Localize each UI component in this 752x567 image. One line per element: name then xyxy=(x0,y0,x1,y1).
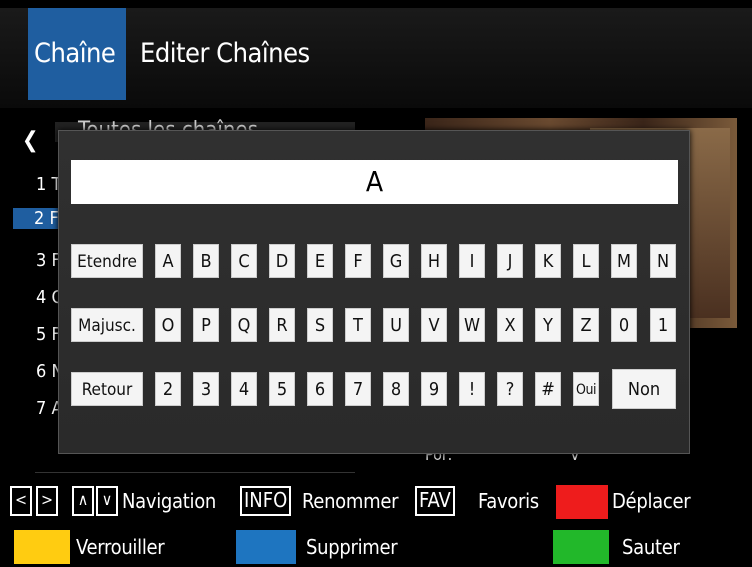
red-key-icon xyxy=(556,485,608,519)
tab-chaine[interactable]: Chaîne xyxy=(34,38,116,69)
key-z[interactable]: Z xyxy=(573,308,599,342)
channel-item-2-selected[interactable]: 2 F xyxy=(13,208,61,229)
key-h[interactable]: H xyxy=(421,244,447,278)
blue-key-icon xyxy=(236,530,296,564)
key-0[interactable]: 0 xyxy=(611,308,637,342)
key-retour[interactable]: Retour xyxy=(71,372,143,406)
channel-item-3[interactable]: 3 F xyxy=(36,250,60,271)
key-j[interactable]: J xyxy=(497,244,523,278)
key-hash[interactable]: # xyxy=(535,372,561,406)
key-i[interactable]: I xyxy=(459,244,485,278)
tab-editer-chaines[interactable]: Editer Chaînes xyxy=(140,38,310,69)
channel-item-5[interactable]: 5 F xyxy=(36,324,60,345)
key-6[interactable]: 6 xyxy=(307,372,333,406)
key-3[interactable]: 3 xyxy=(193,372,219,406)
delete-label: Supprimer xyxy=(306,535,398,559)
green-key-icon xyxy=(553,530,609,564)
right-arrow-icon: > xyxy=(36,486,58,516)
key-w[interactable]: W xyxy=(459,308,485,342)
key-y[interactable]: Y xyxy=(535,308,561,342)
channel-item-1[interactable]: 1 T xyxy=(36,174,60,195)
key-v[interactable]: V xyxy=(421,308,447,342)
key-k[interactable]: K xyxy=(535,244,561,278)
key-8[interactable]: 8 xyxy=(383,372,409,406)
move-label: Déplacer xyxy=(612,489,691,513)
key-l[interactable]: L xyxy=(573,244,599,278)
rename-label: Renommer xyxy=(302,489,399,513)
key-non[interactable]: Non xyxy=(612,369,676,409)
key-t[interactable]: T xyxy=(345,308,371,342)
key-n[interactable]: N xyxy=(650,244,676,278)
yellow-key-icon xyxy=(14,530,70,564)
key-a[interactable]: A xyxy=(155,244,181,278)
key-oui[interactable]: Oui xyxy=(573,372,599,406)
chevron-left-icon[interactable]: ❮ xyxy=(22,128,39,153)
rename-keyboard-dialog: A Etendre A B C D E F G H I J K L M N Ma… xyxy=(58,130,690,454)
key-m[interactable]: M xyxy=(611,244,637,278)
key-p[interactable]: P xyxy=(193,308,219,342)
key-question[interactable]: ? xyxy=(497,372,523,406)
key-e[interactable]: E xyxy=(307,244,333,278)
fav-key-icon: FAV xyxy=(415,486,455,516)
skip-label: Sauter xyxy=(622,535,680,559)
key-o[interactable]: O xyxy=(155,308,181,342)
down-arrow-icon: ∨ xyxy=(96,486,118,516)
key-g[interactable]: G xyxy=(383,244,409,278)
channel-item-7[interactable]: 7 A xyxy=(36,398,60,419)
key-7[interactable]: 7 xyxy=(345,372,371,406)
key-9[interactable]: 9 xyxy=(421,372,447,406)
key-r[interactable]: R xyxy=(269,308,295,342)
key-etendre[interactable]: Etendre xyxy=(71,244,143,278)
key-f[interactable]: F xyxy=(345,244,371,278)
key-b[interactable]: B xyxy=(193,244,219,278)
key-u[interactable]: U xyxy=(383,308,409,342)
divider xyxy=(35,472,355,473)
navigation-label: Navigation xyxy=(122,489,217,513)
key-x[interactable]: X xyxy=(497,308,523,342)
key-majusc[interactable]: Majusc. xyxy=(71,308,143,342)
channel-item-4[interactable]: 4 C xyxy=(36,287,60,308)
rename-input[interactable]: A xyxy=(71,160,678,204)
key-2[interactable]: 2 xyxy=(155,372,181,406)
channel-item-6[interactable]: 6 N xyxy=(36,361,60,382)
tv-screen: Chaîne Editer Chaînes ❮ Toutes les chaîn… xyxy=(0,0,752,567)
key-4[interactable]: 4 xyxy=(231,372,257,406)
key-1[interactable]: 1 xyxy=(650,308,676,342)
lock-label: Verrouiller xyxy=(76,535,165,559)
key-d[interactable]: D xyxy=(269,244,295,278)
key-exclamation[interactable]: ! xyxy=(459,372,485,406)
favorites-label: Favoris xyxy=(478,489,539,513)
key-c[interactable]: C xyxy=(231,244,257,278)
left-arrow-icon: < xyxy=(10,486,32,516)
key-q[interactable]: Q xyxy=(231,308,257,342)
key-s[interactable]: S xyxy=(307,308,333,342)
key-5[interactable]: 5 xyxy=(269,372,295,406)
info-key-icon: INFO xyxy=(240,486,292,516)
up-arrow-icon: ∧ xyxy=(72,486,94,516)
